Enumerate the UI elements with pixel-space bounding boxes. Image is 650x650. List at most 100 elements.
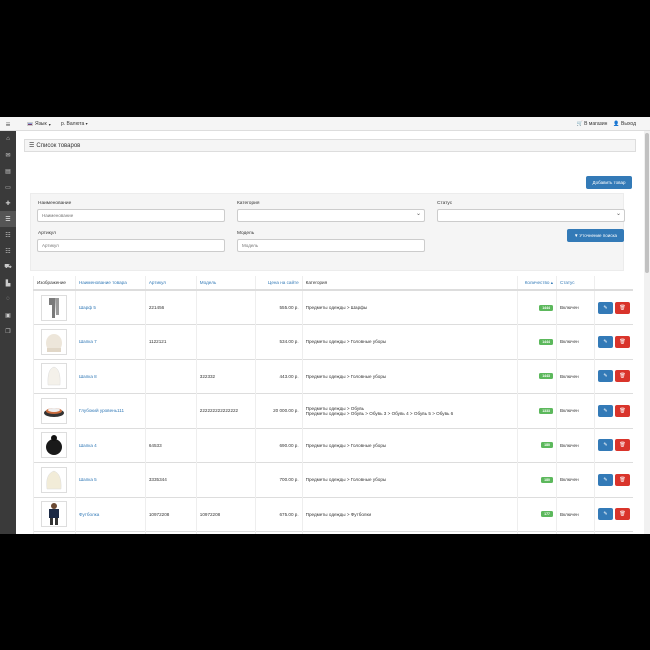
status-select[interactable] bbox=[437, 209, 625, 222]
product-category-cell: Предметы одежды > Футболки bbox=[301, 496, 518, 532]
menu-toggle-icon[interactable]: ≡ bbox=[0, 117, 16, 131]
name-filter-input[interactable] bbox=[37, 209, 225, 222]
language-dropdown[interactable]: Язык ▾ bbox=[27, 121, 51, 127]
header-category: Категория bbox=[301, 276, 518, 291]
sidebar: ⌂ ✉ ▤ ▭ ✚ ☰ ☷ ☷ ⛟ ▙ ◌ ▣ ❐ bbox=[0, 131, 16, 534]
quantity-cell: 1444 bbox=[517, 289, 557, 325]
user-icon: 👤 bbox=[613, 121, 620, 127]
file-icon[interactable]: ▤ bbox=[0, 163, 16, 179]
trash-icon: 🗑 bbox=[619, 442, 626, 449]
product-model: 222222222222222 bbox=[195, 393, 256, 428]
scrollbar-thumb[interactable] bbox=[645, 133, 649, 273]
address-card-icon[interactable]: ▣ bbox=[0, 307, 16, 323]
trash-icon: 🗑 bbox=[619, 407, 626, 414]
shoe-image[interactable] bbox=[41, 397, 68, 424]
delete-button[interactable]: 🗑 bbox=[615, 473, 630, 486]
product-name-link[interactable]: Шапка 5 bbox=[79, 477, 97, 482]
product-name-link[interactable]: Шапка 4 bbox=[79, 443, 97, 448]
edit-button[interactable]: ✎ bbox=[598, 301, 613, 314]
product-name-cell: Шарф 5 bbox=[74, 289, 146, 325]
actions-cell: ✎🗑 bbox=[593, 531, 633, 534]
delete-button[interactable]: 🗑 bbox=[615, 439, 630, 452]
scrollbar[interactable] bbox=[644, 131, 650, 534]
product-sku: 3335344 bbox=[144, 462, 197, 497]
model-filter-input[interactable] bbox=[237, 239, 425, 252]
panel-heading: ☰ Список товаров bbox=[24, 139, 636, 152]
product-status: Включен bbox=[556, 427, 595, 463]
trash-icon: 🗑 bbox=[619, 476, 626, 483]
delete-button[interactable]: 🗑 bbox=[615, 335, 630, 348]
delete-button[interactable]: 🗑 bbox=[615, 508, 630, 521]
product-price: 443.00 р. bbox=[254, 358, 303, 394]
edit-button[interactable]: ✎ bbox=[598, 404, 613, 417]
factory-icon[interactable]: ▙ bbox=[0, 275, 16, 291]
edit-button[interactable]: ✎ bbox=[598, 508, 613, 521]
sku-filter-input[interactable] bbox=[37, 239, 225, 252]
actions-cell: ✎🗑 bbox=[593, 393, 633, 428]
table-row: Шапка 5 3335344 700.00 р. Предметы одежды >… bbox=[33, 462, 633, 497]
product-name-link[interactable]: Шарф 5 bbox=[79, 305, 96, 310]
header-sku[interactable]: Артикул bbox=[144, 276, 197, 291]
product-name-link[interactable]: Глубокий уровень111 bbox=[79, 408, 124, 413]
header-quantity[interactable]: Количество ▴ bbox=[517, 276, 557, 291]
store-link[interactable]: 🛒 В магазин bbox=[577, 121, 608, 127]
quantity-badge: 1444 bbox=[539, 304, 553, 311]
quantity-badge: 1333 bbox=[539, 407, 553, 414]
edit-button[interactable]: ✎ bbox=[598, 473, 613, 486]
table-row: Глубокий уровень111 222222222222222 20 000… bbox=[33, 393, 633, 428]
quantity-badge: 1443 bbox=[539, 373, 553, 380]
product-name-link[interactable]: Футболка bbox=[79, 512, 99, 517]
logout-link[interactable]: 👤 Выход bbox=[613, 121, 636, 127]
delete-button[interactable]: 🗑 bbox=[615, 370, 630, 383]
add-product-button[interactable]: Добавить товар bbox=[586, 176, 632, 189]
product-sku bbox=[144, 393, 197, 428]
header-model[interactable]: Модель bbox=[195, 276, 256, 291]
hat-image[interactable] bbox=[41, 466, 68, 493]
plus-icon[interactable]: ✚ bbox=[0, 195, 16, 211]
products-list-icon[interactable]: ☰ bbox=[0, 211, 16, 227]
tshirt-image[interactable] bbox=[41, 501, 68, 528]
edit-button[interactable]: ✎ bbox=[598, 335, 613, 348]
product-model: 10972208 bbox=[195, 496, 256, 532]
product-name-link[interactable]: Шапка 7 bbox=[79, 339, 97, 344]
quantity-cell: 180 bbox=[517, 427, 557, 463]
pencil-icon: ✎ bbox=[603, 442, 608, 449]
currency-dropdown[interactable]: р. Валюта ▾ bbox=[61, 121, 88, 127]
delete-button[interactable]: 🗑 bbox=[615, 404, 630, 417]
quantity-cell: 1443 bbox=[517, 358, 557, 394]
edit-button[interactable]: ✎ bbox=[598, 370, 613, 383]
home-icon[interactable]: ⌂ bbox=[0, 131, 16, 147]
delete-button[interactable]: 🗑 bbox=[615, 301, 630, 314]
trash-icon: 🗑 bbox=[619, 373, 626, 380]
header-status[interactable]: Статус bbox=[556, 276, 595, 291]
product-model: 322332 bbox=[195, 358, 256, 394]
hat-image[interactable] bbox=[41, 328, 68, 355]
pencil-icon: ✎ bbox=[603, 511, 608, 518]
header-name[interactable]: Наименование товара bbox=[74, 276, 146, 291]
table-row: ✎🗑 bbox=[33, 531, 633, 534]
comment-icon[interactable]: ◌ bbox=[0, 291, 16, 307]
category-select[interactable] bbox=[237, 209, 425, 222]
header-price[interactable]: Цена на сайте bbox=[254, 276, 303, 291]
product-image-cell bbox=[33, 531, 76, 534]
clone-icon[interactable]: ❐ bbox=[0, 323, 16, 339]
filter-panel bbox=[30, 193, 624, 271]
list-icon[interactable]: ☷ bbox=[0, 227, 16, 243]
cart-icon[interactable]: ⛟ bbox=[0, 259, 16, 275]
scarf-image[interactable] bbox=[41, 294, 68, 321]
hat-image[interactable] bbox=[41, 432, 68, 459]
product-status: Включен bbox=[556, 289, 595, 325]
product-name-link[interactable]: Шапка 8 bbox=[79, 374, 97, 379]
list-alt-icon[interactable]: ☷ bbox=[0, 243, 16, 259]
table-row: Шарф 5 221456 555.00 р. Предметы одежды > Ш… bbox=[33, 289, 633, 325]
id-card-icon[interactable]: ▭ bbox=[0, 179, 16, 195]
hat-image[interactable] bbox=[41, 363, 68, 390]
product-model bbox=[195, 427, 256, 463]
envelope-icon[interactable]: ✉ bbox=[0, 147, 16, 163]
filter-button[interactable]: ▼ Уточнение поиска bbox=[567, 229, 624, 242]
category-path: Предметы одежды > Головные уборы bbox=[305, 442, 387, 448]
edit-button[interactable]: ✎ bbox=[598, 439, 613, 452]
product-status: Включен bbox=[556, 393, 595, 428]
caret-down-icon: ▾ bbox=[85, 121, 88, 126]
product-model bbox=[195, 462, 256, 497]
